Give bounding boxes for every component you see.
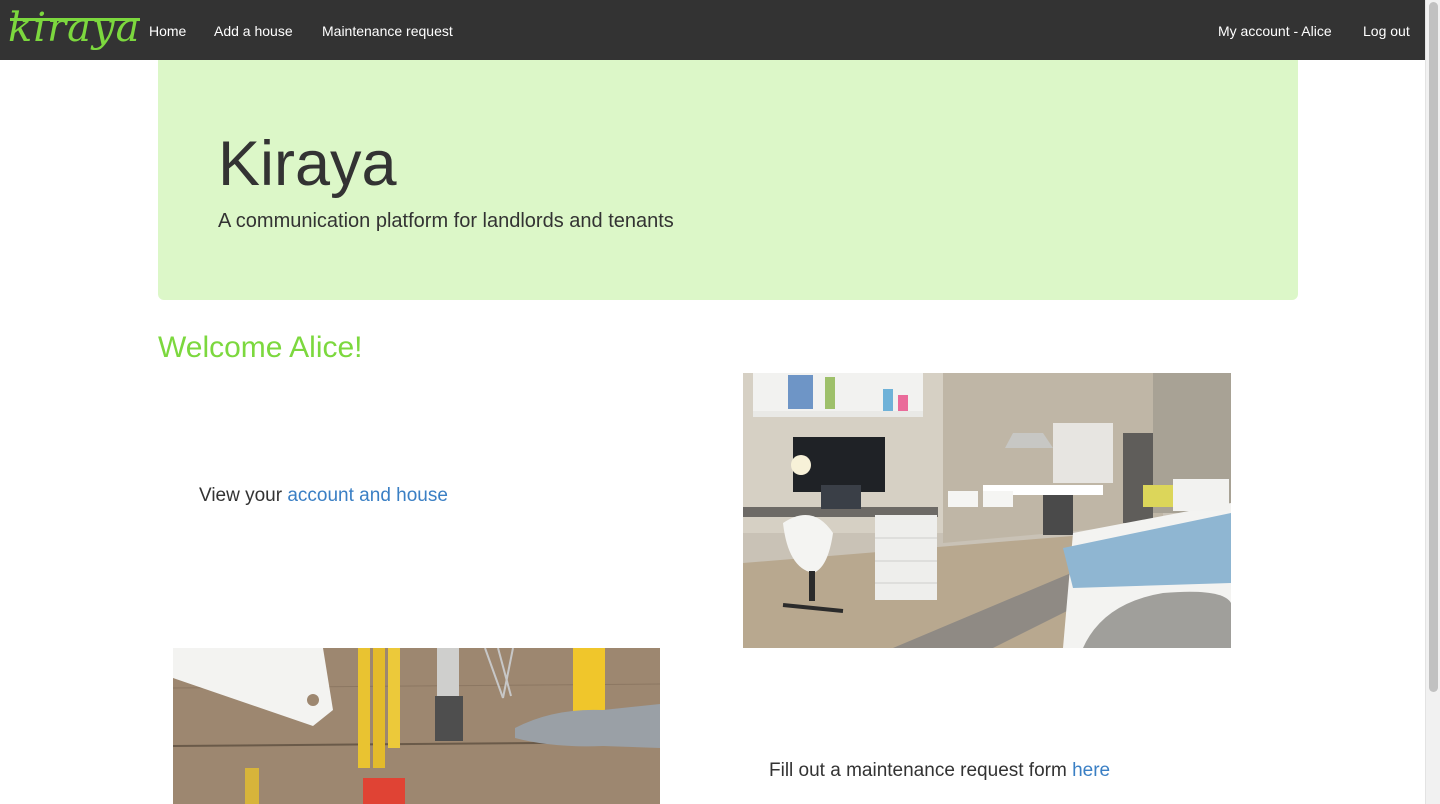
nav-add-house[interactable]: Add a house	[214, 0, 293, 60]
page-subtitle: A communication platform for landlords a…	[218, 210, 674, 232]
account-text-prefix: View your	[199, 485, 288, 506]
nav-home[interactable]: Home	[149, 0, 186, 60]
tools-illustration	[173, 648, 660, 804]
scroll-thumb[interactable]	[1429, 2, 1438, 692]
tools-photo	[173, 648, 660, 804]
nav-maintenance-request[interactable]: Maintenance request	[322, 0, 453, 60]
studio-room-illustration	[743, 373, 1231, 648]
welcome-heading: Welcome Alice!	[158, 331, 363, 364]
nav-log-out[interactable]: Log out	[1363, 0, 1410, 60]
navbar: kiraya Home Add a house Maintenance requ…	[0, 0, 1425, 60]
page-scrollbar[interactable]	[1425, 0, 1440, 804]
jumbotron: Kiraya A communication platform for land…	[158, 60, 1298, 300]
page-title: Kiraya	[218, 129, 397, 199]
account-text: View your account and house	[199, 485, 448, 507]
nav-my-account[interactable]: My account - Alice	[1218, 0, 1332, 60]
maintenance-form-link[interactable]: here	[1072, 760, 1110, 781]
maintenance-text: Fill out a maintenance request form here	[769, 760, 1110, 782]
maintenance-text-prefix: Fill out a maintenance request form	[769, 760, 1073, 781]
kiraya-logo[interactable]: kiraya	[8, 4, 141, 52]
studio-room-photo	[743, 373, 1231, 648]
account-house-link[interactable]: account and house	[287, 485, 448, 506]
